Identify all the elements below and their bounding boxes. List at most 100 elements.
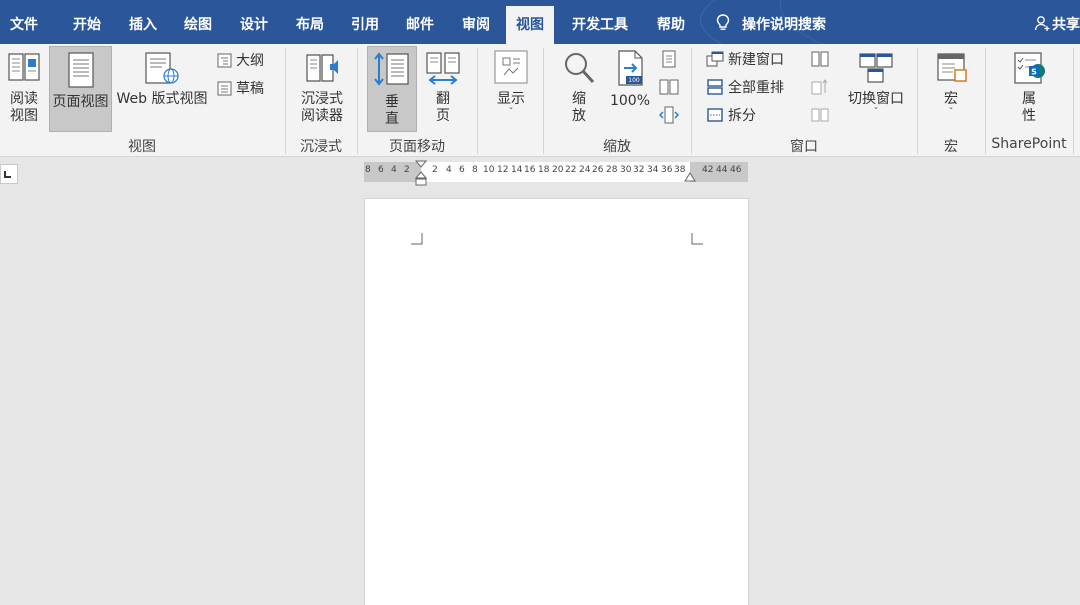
svg-text:S: S — [1031, 68, 1037, 77]
zoom-button[interactable]: 缩 放 — [558, 50, 600, 125]
switch-windows-icon — [859, 53, 893, 83]
view-side-by-side-button[interactable] — [808, 50, 832, 73]
macros-chevron-icon: ˇ — [948, 107, 954, 118]
outline-button[interactable]: 大纲 — [217, 51, 264, 71]
group-label-macros: 宏 — [944, 139, 958, 155]
ruler-number: 28 — [606, 165, 618, 175]
horizontal-ruler[interactable]: 8 6 4 2 2 4 6 8 10 12 14 16 18 20 22 24 … — [364, 160, 748, 186]
tab-home[interactable]: 开始 — [73, 0, 101, 44]
properties-button[interactable]: S 属 性 — [1004, 50, 1054, 125]
zoom-100-label: 100% — [609, 93, 651, 109]
show-button[interactable]: 显示 ˇ — [488, 48, 534, 118]
multiple-pages-button[interactable] — [658, 78, 680, 101]
draft-icon — [217, 81, 232, 96]
ruler-number: 34 — [647, 165, 659, 175]
tab-mailings[interactable]: 邮件 — [406, 0, 434, 44]
tab-view[interactable]: 视图 — [506, 6, 554, 44]
ruler-number: 2 — [432, 165, 438, 175]
one-page-button[interactable] — [658, 50, 680, 73]
ruler-number: 2 — [404, 165, 410, 175]
share-label: 共享 — [1052, 17, 1080, 33]
new-window-label: 新建窗口 — [728, 52, 784, 68]
web-layout-button[interactable]: Web 版式视图 — [113, 50, 211, 108]
side-label-2: 页 — [436, 108, 450, 124]
macros-label: 宏 — [944, 91, 958, 107]
side-to-side-button[interactable]: 翻 页 — [421, 50, 465, 125]
reset-window-position-icon — [811, 108, 829, 122]
vertical-page-movement-button[interactable]: 垂 直 — [367, 46, 417, 132]
group-separator — [1073, 48, 1074, 154]
vertical-scroll-icon — [374, 52, 409, 86]
tab-draw[interactable]: 绘图 — [184, 0, 212, 44]
tab-design[interactable]: 设计 — [240, 0, 268, 44]
crop-mark-top-left-icon — [411, 233, 423, 245]
read-mode-button[interactable]: 阅读 视图 — [2, 50, 46, 125]
tell-me-search[interactable]: 操作说明搜索 — [716, 0, 826, 44]
immersive-reader-label-1: 沉浸式 — [301, 91, 343, 107]
group-label-page-movement: 页面移动 — [389, 139, 445, 155]
vertical-label-2: 直 — [385, 111, 399, 127]
web-layout-icon — [145, 52, 179, 84]
sharepoint-properties-icon: S — [1014, 52, 1045, 84]
show-label: 显示 — [497, 91, 525, 107]
person-add-icon — [1034, 16, 1050, 31]
tab-selector[interactable] — [0, 164, 18, 184]
ribbon-view: 阅读 视图 页面视图 Web 版式视图 大纲 草稿 视图 沉浸式 阅读器 沉浸式… — [0, 44, 1080, 157]
ruler-number: 20 — [552, 165, 564, 175]
arrange-all-button[interactable]: 全部重排 — [706, 78, 784, 98]
reset-window-position-button[interactable] — [808, 106, 832, 129]
split-button[interactable]: 拆分 — [706, 106, 756, 126]
right-indent-marker-icon[interactable] — [684, 172, 696, 184]
zoom-label-1: 缩 — [572, 91, 586, 107]
ruler-number: 30 — [620, 165, 632, 175]
ruler-number: 14 — [511, 165, 523, 175]
tab-help[interactable]: 帮助 — [657, 0, 685, 44]
magnifier-icon — [565, 53, 595, 84]
one-page-icon — [662, 50, 676, 68]
multiple-pages-icon — [659, 79, 679, 95]
print-layout-icon — [67, 52, 94, 88]
tab-review[interactable]: 审阅 — [462, 0, 490, 44]
tab-file[interactable]: 文件 — [10, 0, 38, 44]
read-mode-icon — [8, 53, 40, 81]
draft-label: 草稿 — [236, 81, 264, 97]
zoom-100-button[interactable]: 100 100% — [606, 48, 654, 110]
new-window-button[interactable]: 新建窗口 — [706, 50, 784, 70]
group-label-sharepoint: SharePoint — [991, 136, 1067, 152]
macros-button[interactable]: 宏 ˇ — [928, 50, 974, 118]
new-window-icon — [706, 51, 724, 67]
print-layout-button[interactable]: 页面视图 — [49, 46, 112, 132]
split-label: 拆分 — [728, 108, 756, 124]
outline-icon — [217, 53, 232, 68]
switch-windows-button[interactable]: 切换窗口 ˇ — [842, 50, 910, 118]
zoom-100-badge: 100 — [628, 77, 640, 84]
outline-label: 大纲 — [236, 53, 264, 69]
synchronous-scrolling-button[interactable] — [808, 78, 832, 101]
show-icon — [494, 50, 528, 84]
ruler-number: 42 — [702, 165, 714, 175]
vertical-label-1: 垂 — [385, 94, 399, 110]
side-label-1: 翻 — [436, 91, 450, 107]
tab-insert[interactable]: 插入 — [129, 0, 157, 44]
ruler-number: 8 — [365, 165, 371, 175]
read-mode-label-1: 阅读 — [10, 91, 38, 107]
side-to-side-icon — [426, 52, 460, 85]
group-label-views: 视图 — [128, 139, 156, 155]
draft-button[interactable]: 草稿 — [217, 79, 264, 99]
tab-developer[interactable]: 开发工具 — [572, 0, 628, 44]
tab-references[interactable]: 引用 — [351, 0, 379, 44]
ribbon-tab-bar: 文件 开始 插入 绘图 设计 布局 引用 邮件 审阅 视图 开发工具 帮助 操作… — [0, 0, 1080, 44]
left-tab-icon — [4, 171, 11, 178]
indent-marker-icon[interactable] — [415, 160, 427, 186]
crop-mark-top-right-icon — [691, 233, 703, 245]
share-button[interactable]: 共享 — [1034, 0, 1080, 44]
group-separator — [477, 48, 478, 154]
page-width-button[interactable] — [658, 106, 680, 129]
split-icon — [707, 108, 723, 122]
immersive-reader-button[interactable]: 沉浸式 阅读器 — [291, 50, 353, 125]
web-layout-label: Web 版式视图 — [116, 91, 208, 107]
immersive-reader-label-2: 阅读器 — [301, 108, 343, 124]
document-page[interactable] — [364, 198, 749, 605]
tab-layout[interactable]: 布局 — [296, 0, 324, 44]
zoom-label-2: 放 — [572, 108, 586, 124]
